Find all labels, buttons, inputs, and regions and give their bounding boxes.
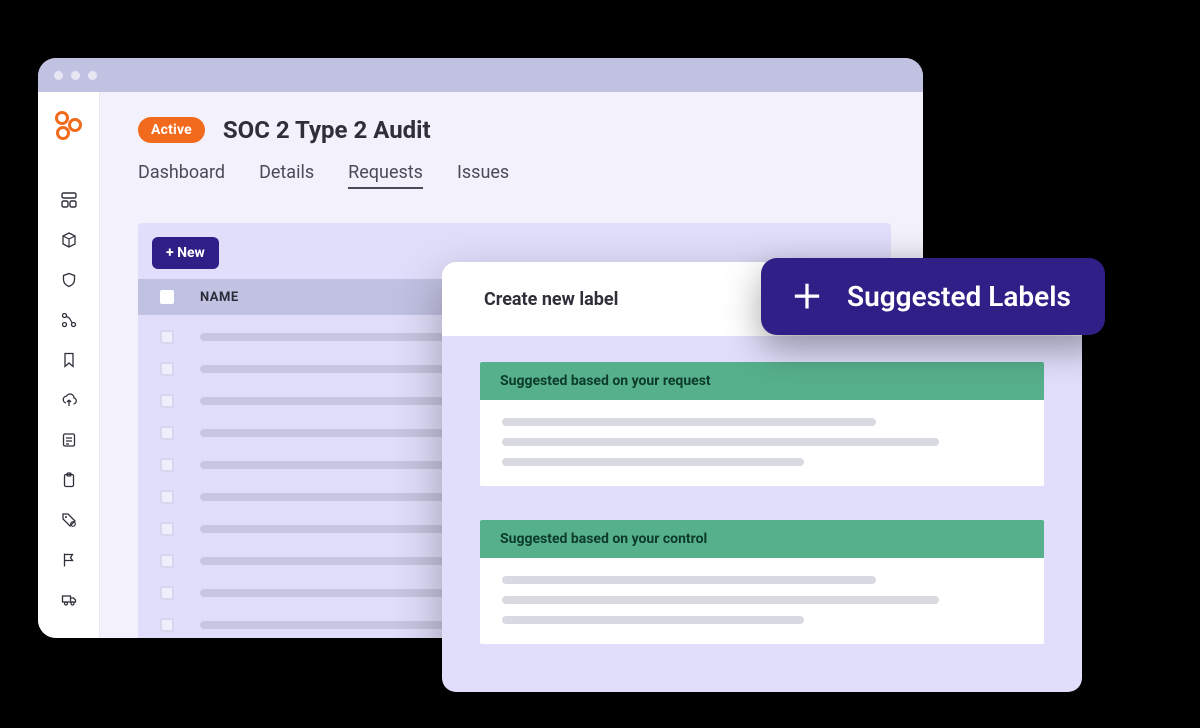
dashboard-icon[interactable] [61,192,77,208]
window-titlebar [38,58,923,92]
status-badge: Active [138,117,205,143]
row-checkbox[interactable] [160,586,174,600]
row-checkbox[interactable] [160,330,174,344]
placeholder-line [200,557,450,565]
placeholder-line [502,438,939,446]
placeholder-line [200,333,460,341]
row-checkbox[interactable] [160,426,174,440]
tab-requests[interactable]: Requests [348,162,423,189]
flag-icon[interactable] [61,552,77,568]
shield-icon[interactable] [61,272,77,288]
row-checkbox[interactable] [160,362,174,376]
cloud-upload-icon[interactable] [61,392,77,408]
plus-icon: ＋ [791,281,823,313]
suggestion-card-request: Suggested based on your request [480,362,1044,486]
tab-issues[interactable]: Issues [457,162,509,189]
placeholder-line [200,493,450,501]
placeholder-line [200,525,450,533]
page-title: SOC 2 Type 2 Audit [223,116,431,144]
placeholder-line [502,596,939,604]
tabs: Dashboard Details Requests Issues [138,162,891,189]
placeholder-line [200,621,450,629]
placeholder-line [200,365,450,373]
brand-logo-icon [52,110,86,144]
suggested-labels-label: Suggested Labels [847,280,1071,313]
row-checkbox[interactable] [160,458,174,472]
row-checkbox[interactable] [160,618,174,632]
tag-settings-icon[interactable] [61,512,77,528]
placeholder-line [200,461,450,469]
placeholder-line [502,576,876,584]
tab-details[interactable]: Details [259,162,314,189]
clipboard-icon[interactable] [61,472,77,488]
row-checkbox[interactable] [160,522,174,536]
row-checkbox[interactable] [160,554,174,568]
column-name: NAME [200,290,239,305]
placeholder-line [200,429,450,437]
window-dot-icon [88,71,97,80]
nav-rail [38,92,100,638]
suggestion-card-control: Suggested based on your control [480,520,1044,644]
new-button[interactable]: + New [152,237,219,269]
placeholder-line [502,616,804,624]
window-dot-icon [54,71,63,80]
bookmark-icon[interactable] [61,352,77,368]
placeholder-line [200,397,450,405]
select-all-checkbox[interactable] [160,290,174,304]
tab-dashboard[interactable]: Dashboard [138,162,225,189]
truck-icon[interactable] [61,592,77,608]
window-dot-icon [71,71,80,80]
cube-icon[interactable] [61,232,77,248]
row-checkbox[interactable] [160,490,174,504]
row-checkbox[interactable] [160,394,174,408]
card-header: Suggested based on your control [480,520,1044,558]
nodes-icon[interactable] [61,312,77,328]
placeholder-line [502,458,804,466]
suggested-labels-button[interactable]: ＋ Suggested Labels [761,258,1105,335]
note-icon[interactable] [61,432,77,448]
card-header: Suggested based on your request [480,362,1044,400]
placeholder-line [502,418,876,426]
placeholder-line [200,589,450,597]
